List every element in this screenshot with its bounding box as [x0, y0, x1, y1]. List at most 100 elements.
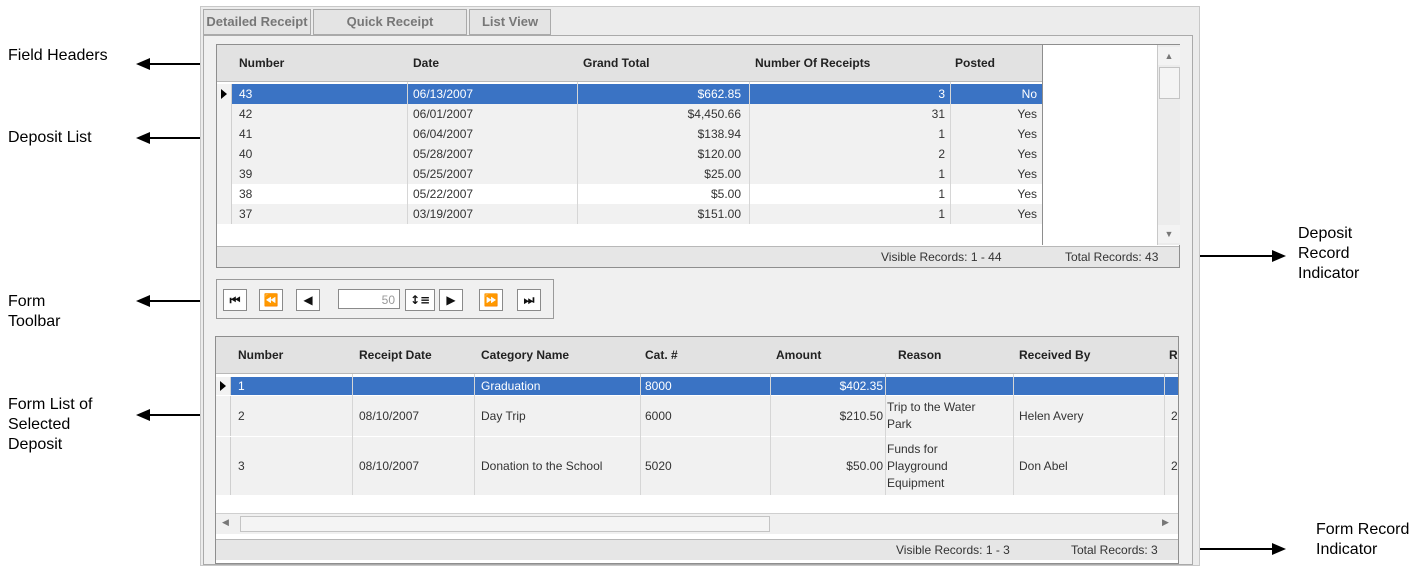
col-divider	[1013, 374, 1014, 495]
first-record-button[interactable]: ⏮	[223, 289, 247, 311]
cell-grand-total: $5.00	[710, 187, 741, 201]
page-size-input[interactable]: 50	[338, 289, 400, 309]
col-header-amount[interactable]: Amount	[776, 337, 821, 373]
cell-r: 2	[1171, 409, 1178, 423]
row-indicator	[217, 164, 232, 184]
cell-grand-total: $151.00	[697, 207, 741, 221]
scroll-down-icon[interactable]: ▼	[1158, 225, 1180, 243]
col-header-number[interactable]: Number	[239, 45, 284, 81]
cell-cat-number: 8000	[645, 379, 672, 393]
cell-date: 05/28/2007	[413, 147, 474, 161]
cell-received-by: Helen Avery	[1019, 409, 1084, 423]
col-header-received-by[interactable]: Received By	[1019, 337, 1090, 373]
table-row[interactable]: 39 05/25/2007 $25.00 1 Yes	[217, 164, 1042, 184]
scroll-thumb[interactable]	[240, 516, 770, 532]
scroll-left-icon[interactable]: ◀	[222, 517, 229, 528]
form-record-indicator: Visible Records: 1 - 3 Total Records: 3	[216, 539, 1178, 560]
deposit-grid: Number Date Grand Total Number Of Receip…	[216, 44, 1180, 268]
col-header-r[interactable]: R	[1169, 337, 1178, 373]
col-header-cat-number[interactable]: Cat. #	[645, 337, 678, 373]
cell-date: 06/13/2007	[413, 87, 474, 101]
arrow-deposit-indicator-head	[1272, 250, 1286, 262]
cell-category-name: Day Trip	[481, 409, 526, 423]
tab-quick-receipt[interactable]: Quick Receipt	[313, 9, 467, 35]
cell-r: 2	[1171, 459, 1178, 473]
cell-posted: Yes	[1017, 107, 1037, 121]
col-header-reason[interactable]: Reason	[898, 337, 941, 373]
previous-page-button[interactable]: ⏪	[259, 289, 283, 311]
table-row[interactable]: 42 06/01/2007 $4,450.66 31 Yes	[217, 104, 1042, 124]
row-indicator	[217, 144, 232, 164]
next-record-button[interactable]: ▶	[439, 289, 463, 311]
table-row[interactable]: 1 Graduation 8000 $402.35	[216, 377, 1178, 395]
set-page-size-button[interactable]: ↕≡	[405, 289, 435, 311]
cell-receipt-count: 31	[931, 107, 945, 121]
cell-r	[1171, 377, 1178, 397]
callout-form-toolbar: Form Toolbar	[8, 293, 61, 330]
scroll-thumb[interactable]	[1159, 67, 1180, 99]
row-indicator	[216, 377, 231, 395]
current-row-icon	[220, 381, 226, 391]
table-row[interactable]: 37 03/19/2007 $151.00 1 Yes	[217, 204, 1042, 224]
cell-receipt-count: 1	[938, 127, 945, 141]
col-header-number[interactable]: Number	[238, 337, 283, 373]
col-divider	[407, 82, 408, 224]
table-row[interactable]: 3 08/10/2007 Donation to the School 5020…	[216, 437, 1178, 495]
cell-number: 41	[239, 127, 253, 141]
row-indicator	[217, 84, 232, 104]
callout-form-list: Form List of Selected Deposit	[8, 396, 93, 453]
col-divider	[950, 82, 951, 224]
table-row[interactable]: 41 06/04/2007 $138.94 1 Yes	[217, 124, 1042, 144]
cell-posted: Yes	[1017, 187, 1037, 201]
table-row[interactable]: 2 08/10/2007 Day Trip 6000 $210.50 Trip …	[216, 396, 1178, 436]
col-header-receipt-date[interactable]: Receipt Date	[359, 337, 432, 373]
next-page-button[interactable]: ⏩	[479, 289, 503, 311]
cell-receipt-count: 1	[938, 167, 945, 181]
last-record-button[interactable]: ⏭	[517, 289, 541, 311]
form-rows: 1 Graduation 8000 $402.35 2 08/10/2007 D…	[216, 374, 1178, 499]
col-divider	[770, 374, 771, 495]
scroll-right-icon[interactable]: ▶	[1162, 517, 1169, 528]
col-header-posted[interactable]: Posted	[955, 45, 995, 81]
cell-receipt-date	[359, 377, 469, 397]
cell-date: 03/19/2007	[413, 207, 474, 221]
cell-cat-number: 5020	[645, 459, 672, 473]
col-header-date[interactable]: Date	[413, 45, 439, 81]
previous-record-button[interactable]: ◀	[296, 289, 320, 311]
cell-receipt-count: 1	[938, 187, 945, 201]
form-toolbar: ⏮ ⏪ ◀ 50 ↕≡ ▶ ⏩ ⏭	[216, 279, 554, 319]
cell-received-by	[1019, 377, 1159, 397]
row-indicator	[216, 396, 231, 436]
table-row[interactable]: 38 05/22/2007 $5.00 1 Yes	[217, 184, 1042, 204]
cell-date: 06/04/2007	[413, 127, 474, 141]
col-header-category-name[interactable]: Category Name	[481, 337, 569, 373]
tab-detailed-receipt[interactable]: Detailed Receipt	[203, 9, 311, 35]
col-divider	[352, 374, 353, 495]
cell-receipt-count: 1	[938, 207, 945, 221]
cell-receipt-date: 08/10/2007	[359, 409, 420, 423]
col-header-number-of-receipts[interactable]: Number Of Receipts	[755, 45, 870, 81]
row-indicator	[216, 437, 231, 495]
deposit-vertical-scrollbar[interactable]: ▲ ▼	[1157, 45, 1180, 245]
cell-date: 05/22/2007	[413, 187, 474, 201]
tab-list-view[interactable]: List View	[469, 9, 551, 35]
col-header-grand-total[interactable]: Grand Total	[583, 45, 649, 81]
cell-amount: $210.50	[839, 409, 883, 423]
scroll-up-icon[interactable]: ▲	[1158, 47, 1180, 65]
cell-posted: Yes	[1017, 167, 1037, 181]
table-row[interactable]: 40 05/28/2007 $120.00 2 Yes	[217, 144, 1042, 164]
cell-posted: Yes	[1017, 127, 1037, 141]
table-row[interactable]: 43 06/13/2007 $662.85 3 No	[217, 84, 1042, 104]
deposit-grid-header: Number Date Grand Total Number Of Receip…	[217, 45, 1042, 82]
cell-received-by: Don Abel	[1019, 459, 1068, 473]
total-records-label: Total Records: 3	[1071, 543, 1158, 557]
cell-cat-number: 6000	[645, 409, 672, 423]
cell-grand-total: $25.00	[704, 167, 741, 181]
form-horizontal-scrollbar[interactable]: ◀ ▶	[216, 513, 1178, 534]
cell-number: 42	[239, 107, 253, 121]
col-divider	[577, 82, 578, 224]
cell-grand-total: $138.94	[697, 127, 741, 141]
cell-category-name: Graduation	[481, 379, 541, 393]
cell-amount: $402.35	[839, 379, 883, 393]
cell-number: 37	[239, 207, 253, 221]
